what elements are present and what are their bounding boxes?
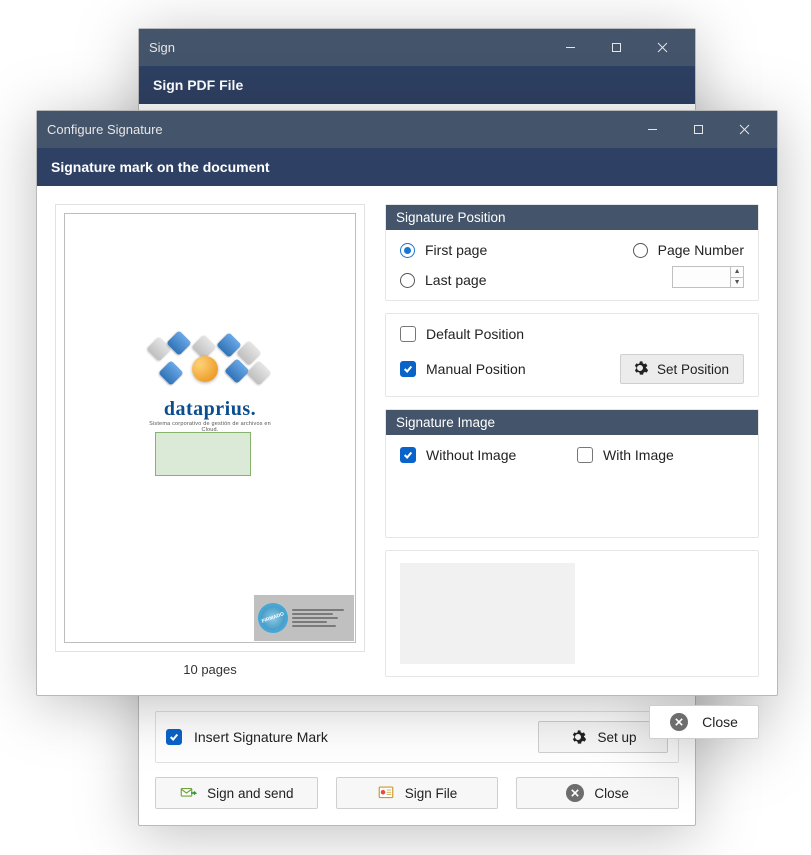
certificate-icon [377,784,395,802]
page-number-input[interactable]: ▲ ▼ [672,266,744,288]
spinner-up[interactable]: ▲ [731,267,743,278]
radio-page-number-label: Page Number [658,242,744,258]
conf-subheader: Signature mark on the document [37,148,777,186]
set-position-label: Set Position [657,362,729,377]
conf-close-window-button[interactable] [721,111,767,148]
conf-close-button[interactable]: Close [649,705,759,739]
conf-window-title: Configure Signature [47,122,163,137]
maximize-button[interactable] [593,29,639,66]
logo: dataprius. Sistema corporativo de gestió… [140,334,280,433]
radio-icon [633,243,648,258]
send-icon [179,784,197,802]
default-position-label: Default Position [426,326,524,342]
without-image-label: Without Image [426,447,516,463]
with-image-label: With Image [603,447,674,463]
radio-first-page-label: First page [425,242,487,258]
sign-file-label: Sign File [405,786,458,801]
radio-first-page[interactable]: First page [400,242,623,258]
checkbox-icon [400,326,416,342]
signature-stamp: FIRMADO [254,595,354,641]
checkbox-manual-position[interactable]: Manual Position [400,361,610,377]
radio-icon [400,273,415,288]
radio-icon [400,243,415,258]
radio-page-number[interactable]: Page Number [633,242,744,258]
signature-image-placeholder [400,563,575,664]
conf-minimize-button[interactable] [629,111,675,148]
sign-window-title: Sign [149,40,175,55]
signature-mark-placeholder[interactable] [155,432,251,476]
preview-page[interactable]: dataprius. Sistema corporativo de gestió… [64,213,356,643]
checkbox-icon [400,447,416,463]
conf-maximize-button[interactable] [675,111,721,148]
minimize-button[interactable] [547,29,593,66]
position-mode-group: Default Position Manual Position [385,313,759,397]
sign-subheader: Sign PDF File [139,66,695,104]
preview-pane: dataprius. Sistema corporativo de gestió… [55,204,365,677]
sign-and-send-label: Sign and send [207,786,293,801]
gear-icon [631,359,649,380]
close-icon [670,713,688,731]
sign-titlebar[interactable]: Sign [139,29,695,66]
checkbox-with-image[interactable]: With Image [577,447,744,463]
sign-close-label: Close [594,786,629,801]
sign-and-send-button[interactable]: Sign and send [155,777,318,809]
radio-last-page-label: Last page [425,272,487,288]
radio-last-page[interactable]: Last page [400,272,623,288]
signature-image-group: Signature Image Without Image [385,409,759,538]
checkbox-without-image[interactable]: Without Image [400,447,567,463]
stamp-seal-icon: FIRMADO [254,599,292,637]
conf-titlebar[interactable]: Configure Signature [37,111,777,148]
manual-position-label: Manual Position [426,361,526,377]
spinner-down[interactable]: ▼ [731,278,743,288]
conf-close-label: Close [702,714,738,730]
checkbox-icon [400,361,416,377]
sign-file-button[interactable]: Sign File [336,777,499,809]
close-icon [566,784,584,802]
preview-pages-label: 10 pages [55,652,365,677]
set-position-button[interactable]: Set Position [620,354,744,384]
configure-signature-window: Configure Signature Signature mark on th… [36,110,778,696]
checkbox-icon [577,447,593,463]
image-preview-group [385,550,759,677]
checkbox-default-position[interactable]: Default Position [400,326,744,342]
logo-text: dataprius. [140,398,280,421]
signature-image-header: Signature Image [386,410,758,435]
sign-close-button[interactable]: Close [516,777,679,809]
page-number-field[interactable] [673,267,730,287]
signature-position-header: Signature Position [386,205,758,230]
close-window-button[interactable] [639,29,685,66]
sign-action-row: Sign and send Sign File Close [155,777,679,809]
signature-position-group: Signature Position First page Last p [385,204,759,301]
